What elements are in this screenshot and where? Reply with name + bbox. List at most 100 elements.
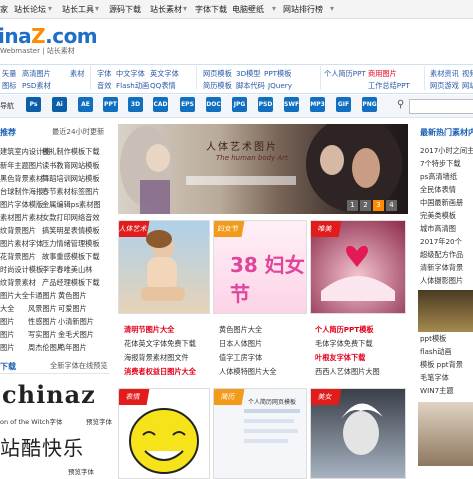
list-item[interactable]: 清新字体背景: [420, 263, 463, 273]
category-link[interactable]: 音效: [97, 81, 111, 91]
category-link[interactable]: PSD素材: [22, 81, 51, 91]
list-item[interactable]: ppt模板: [420, 334, 446, 344]
png-icon[interactable]: PNG: [362, 97, 377, 112]
banner-page-4[interactable]: 4: [386, 200, 397, 211]
nav-item-tools[interactable]: 站长工具: [62, 4, 94, 15]
category-link[interactable]: PPT模板: [264, 69, 291, 79]
list-item[interactable]: 花体英文字体免费下载: [124, 339, 196, 349]
font-sample-label[interactable]: on of the Witch字体: [0, 416, 63, 426]
nav-item-wallpaper[interactable]: 电脑壁纸: [232, 4, 264, 15]
ai-icon[interactable]: Ai: [52, 97, 67, 112]
eps-icon[interactable]: EPS: [180, 97, 195, 112]
category-link[interactable]: 个人简历PPT: [324, 69, 366, 79]
list-item[interactable]: 图片 写实图片金毛犬图片: [0, 330, 94, 340]
thumbnail-image[interactable]: 美女: [310, 388, 406, 479]
category-link[interactable]: 矢量: [2, 69, 16, 79]
list-item[interactable]: flash动画: [420, 347, 452, 357]
list-item[interactable]: 图片素材字体压力情绪管理模板: [0, 239, 100, 249]
list-item[interactable]: 图片大全卡通图片黄色图片: [0, 291, 87, 301]
ps-icon[interactable]: Ps: [26, 97, 41, 112]
list-item[interactable]: 超级配方作品: [420, 250, 463, 260]
search-input[interactable]: [409, 99, 473, 114]
category-link[interactable]: 视频: [462, 69, 473, 79]
list-item[interactable]: 图片字体模版金属编辑ps素材图: [0, 200, 101, 210]
category-link[interactable]: 脚本代码: [236, 81, 265, 91]
thumbnail-image[interactable]: 表情: [118, 388, 210, 479]
ae-icon[interactable]: AE: [78, 97, 93, 112]
list-item[interactable]: 叶根友字体下载: [315, 353, 365, 363]
list-item[interactable]: 花背景图片 故事重感模板下载: [0, 252, 100, 262]
list-item[interactable]: WIN7主题: [420, 386, 454, 396]
category-link[interactable]: 英文字体: [150, 69, 179, 79]
site-logo[interactable]: inaZ.com: [0, 24, 98, 48]
category-link[interactable]: 高清图片: [22, 69, 51, 79]
featured-banner[interactable]: 人体艺术图片 The human body Art 1 2 3 4: [118, 124, 408, 214]
category-link[interactable]: 素材: [70, 69, 84, 79]
list-item[interactable]: 中国最新画册: [420, 198, 463, 208]
list-item[interactable]: 毛笔字体: [420, 373, 449, 383]
list-item[interactable]: 毛体字体免费下载: [315, 339, 373, 349]
cad-icon[interactable]: CAD: [153, 97, 168, 112]
swf-icon[interactable]: SWF: [284, 97, 299, 112]
list-item[interactable]: 7个特步下载: [420, 159, 461, 169]
list-item[interactable]: 图片 性感图片小清新图片: [0, 317, 94, 327]
category-link[interactable]: 素材资讯: [430, 69, 459, 79]
nav-item-forum[interactable]: 站长论坛: [14, 4, 46, 15]
category-link[interactable]: Flash动画: [116, 81, 149, 91]
list-item[interactable]: 纹背景图片 搞笑明星表情模板: [0, 226, 100, 236]
list-item[interactable]: 个人简历PPT模板: [315, 325, 374, 335]
nav-item-ranking[interactable]: 网站排行榜: [283, 4, 323, 15]
category-link[interactable]: 简历模板: [203, 81, 232, 91]
category-link[interactable]: 网站: [462, 81, 473, 91]
banner-page-3[interactable]: 3: [373, 200, 384, 211]
recent-updates-link[interactable]: 最近24小时更新: [52, 127, 104, 137]
side-thumbnail[interactable]: [418, 290, 473, 332]
list-item[interactable]: 图片 周杰伦图片鸡年图片: [0, 343, 87, 353]
list-item[interactable]: 城市高清图: [420, 224, 456, 234]
list-item[interactable]: 模板 ppt背景: [420, 360, 463, 370]
nav-item-source[interactable]: 源码下载: [109, 4, 141, 15]
search-icon[interactable]: ⚲: [397, 99, 407, 111]
nav-item-home[interactable]: 家: [0, 4, 8, 15]
category-link[interactable]: JQuery: [268, 81, 292, 90]
list-item[interactable]: 人体模特图片大全: [219, 367, 277, 377]
category-link[interactable]: 网页游戏: [430, 81, 459, 91]
thumbnail-image[interactable]: 个人简历网页模板 简历: [213, 388, 307, 479]
list-item[interactable]: 日本人体图片: [219, 339, 262, 349]
font-preview-link[interactable]: 全新字体在线预览: [50, 361, 108, 371]
category-link[interactable]: 工作总结PPT: [368, 81, 410, 91]
list-item[interactable]: 黑色背景素材舞蹈培训网站模板: [0, 174, 100, 184]
thumbnail-image[interactable]: 38 妇女节 妇女节: [213, 220, 307, 314]
preview-font-link[interactable]: 预览字体: [68, 466, 94, 476]
font-sample-preview[interactable]: 站酷快乐: [0, 432, 84, 461]
category-link[interactable]: 中文字体: [116, 69, 145, 79]
font-sample-preview[interactable]: chinaz: [2, 380, 96, 409]
list-item[interactable]: 新年主题图片读书教育网站模板: [0, 161, 100, 171]
list-item[interactable]: 人体摄影图片: [420, 276, 463, 286]
list-item[interactable]: 清明节图片大全: [124, 325, 174, 335]
list-item[interactable]: 纹背景素材 产品经理模板下载: [0, 278, 100, 288]
list-item[interactable]: 消费者权益日图片大全: [124, 367, 196, 377]
side-thumbnail[interactable]: [418, 402, 473, 466]
list-item[interactable]: 台球制作海报春节素材标签图片: [0, 187, 100, 197]
list-item[interactable]: 2017年20个: [420, 237, 462, 247]
nav-item-fonts[interactable]: 字体下载: [195, 4, 227, 15]
preview-font-link[interactable]: 预览字体: [86, 416, 112, 426]
category-link[interactable]: QQ表情: [150, 81, 176, 91]
category-link[interactable]: 图标: [2, 81, 16, 91]
thumbnail-image[interactable]: 人体艺术: [118, 220, 210, 314]
list-item[interactable]: 西西人艺体图片大图: [315, 367, 380, 377]
gif-icon[interactable]: GIF: [336, 97, 351, 112]
list-item[interactable]: 海报背景素材图文件: [124, 353, 189, 363]
list-item[interactable]: 完美类模板: [420, 211, 456, 221]
banner-page-1[interactable]: 1: [347, 200, 358, 211]
category-link-hot[interactable]: 商用图片: [368, 69, 397, 79]
doc-icon[interactable]: DOC: [206, 97, 221, 112]
category-link[interactable]: 字体: [97, 69, 111, 79]
list-item[interactable]: 大全 风景图片可爱图片: [0, 304, 87, 314]
category-link[interactable]: 网页模板: [203, 69, 232, 79]
list-item[interactable]: 全民体表情: [420, 185, 456, 195]
thumbnail-image[interactable]: 唯美: [310, 220, 406, 314]
banner-page-2[interactable]: 2: [360, 200, 371, 211]
list-item[interactable]: 黄色图片大全: [219, 325, 262, 335]
